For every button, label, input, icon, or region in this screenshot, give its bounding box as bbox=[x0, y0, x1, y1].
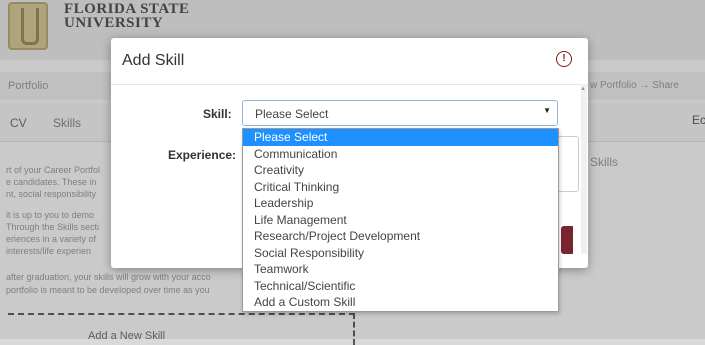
dropdown-option[interactable]: Social Responsibility bbox=[243, 245, 558, 262]
skill-select-value: Please Select bbox=[255, 107, 329, 121]
caret-down-icon: ▼ bbox=[543, 106, 551, 115]
close-button[interactable]: ! bbox=[556, 51, 572, 67]
save-button[interactable] bbox=[561, 226, 573, 254]
close-icon: ! bbox=[562, 53, 566, 64]
dropdown-option[interactable]: Life Management bbox=[243, 212, 558, 229]
skill-select[interactable]: Please Select ▼ bbox=[242, 100, 558, 126]
modal-divider bbox=[111, 84, 588, 85]
dropdown-option[interactable]: Add a Custom Skill bbox=[243, 294, 558, 311]
dropdown-option[interactable]: Communication bbox=[243, 146, 558, 163]
modal-title: Add Skill bbox=[122, 52, 185, 69]
dropdown-option[interactable]: Teamwork bbox=[243, 261, 558, 278]
modal-scrollbar[interactable] bbox=[581, 84, 587, 254]
skill-dropdown-list: Please Select Communication Creativity C… bbox=[242, 128, 559, 312]
dropdown-option[interactable]: Creativity bbox=[243, 162, 558, 179]
dropdown-option[interactable]: Please Select bbox=[243, 129, 558, 146]
scroll-up-icon[interactable]: ▲ bbox=[580, 86, 586, 92]
experience-label: Experience: bbox=[168, 148, 237, 162]
dropdown-option[interactable]: Leadership bbox=[243, 195, 558, 212]
skill-label: Skill: bbox=[203, 107, 232, 121]
dropdown-option[interactable]: Critical Thinking bbox=[243, 179, 558, 196]
dropdown-option[interactable]: Research/Project Development bbox=[243, 228, 558, 245]
dropdown-option[interactable]: Technical/Scientific bbox=[243, 278, 558, 295]
